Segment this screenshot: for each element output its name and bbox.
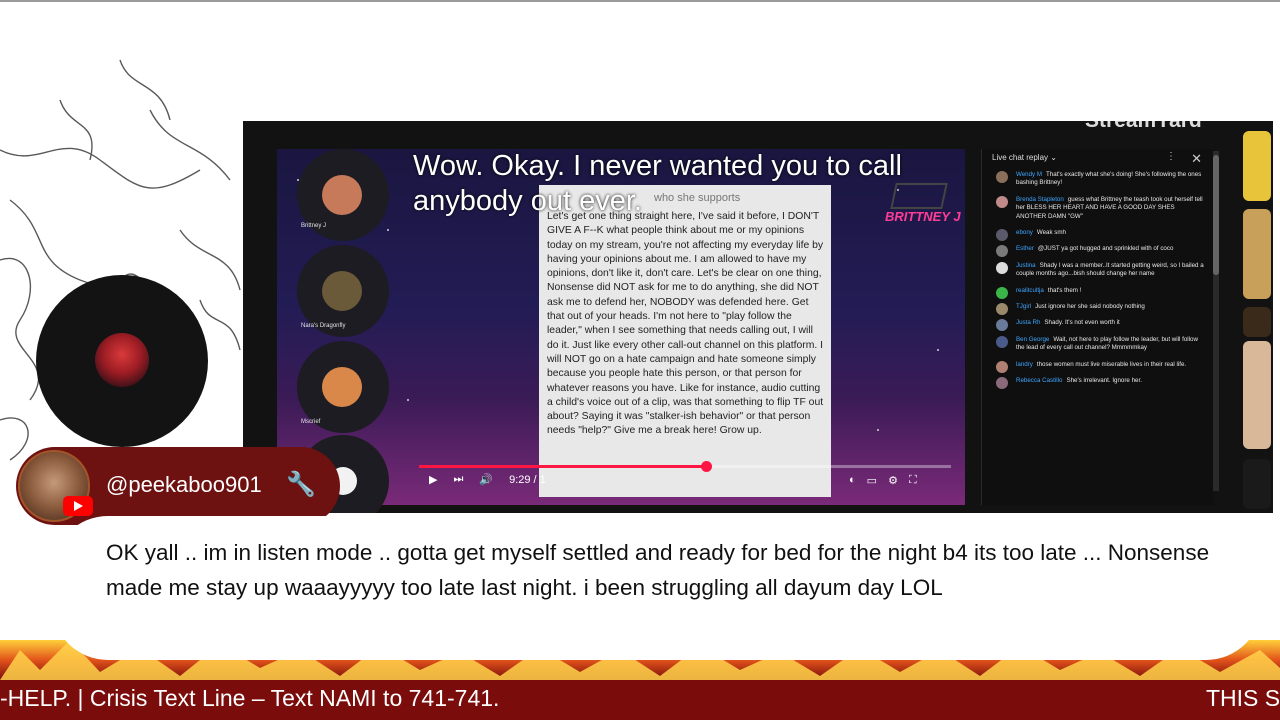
- participant-avatar: [322, 367, 362, 407]
- play-icon[interactable]: ▶: [429, 473, 437, 486]
- streamyard-watermark: StreamYard: [1085, 121, 1202, 133]
- chat-message: Justa Rh Shady. It's not even worth it: [982, 319, 1214, 332]
- participant-avatar: [322, 175, 362, 215]
- fullscreen-icon[interactable]: ⛶: [909, 474, 917, 487]
- host-avatar: [95, 333, 149, 387]
- live-chat-panel: Live chat replay ⌄ ⋮ ✕ Wendy M That's exa…: [981, 149, 1214, 505]
- statement-card: who she supports Let's get one thing str…: [539, 185, 831, 497]
- participant-name: Mscrief: [301, 419, 321, 425]
- video-right-controls: ◐ ▭ ⚙ ⛶: [849, 474, 917, 487]
- chat-author: Justina: [1016, 261, 1036, 269]
- participant-tile[interactable]: Nara's Dragonfly: [297, 245, 389, 337]
- participant-name: Nara's Dragonfly: [301, 323, 346, 329]
- chat-message: landry those women must live miserable li…: [982, 360, 1214, 373]
- chat-avatar: [996, 229, 1008, 242]
- video-controls: ▶ ⏭ 🔊 9:29 / 1: [429, 473, 546, 486]
- participant-tile[interactable]: Mscrief: [297, 341, 389, 433]
- chat-message: Brenda Stapleton guess what Brittney the …: [982, 195, 1214, 221]
- commenter-username: @peekaboo901: [106, 472, 262, 497]
- right-thumbnail-strip: [1243, 129, 1271, 509]
- chat-text: Weak smh: [1036, 229, 1066, 237]
- chat-message: Wendy M That's exactly what she's doing! …: [982, 171, 1214, 188]
- brittney-label: BRITTNEY J: [885, 209, 961, 224]
- top-divider: [0, 0, 1280, 2]
- video-progress-bar[interactable]: [419, 461, 951, 472]
- participant-tile[interactable]: Brittney J: [297, 149, 389, 241]
- chat-avatar: [996, 195, 1008, 208]
- chat-avatar: [996, 286, 1008, 299]
- chat-author: Ben George: [1016, 335, 1050, 343]
- chat-scrollbar[interactable]: [1213, 151, 1219, 491]
- statement-card-body: Let's get one thing straight here, I've …: [547, 211, 824, 437]
- chat-text: that's them !: [1047, 286, 1082, 294]
- chat-text: Shady. It's not even worth it: [1044, 319, 1120, 327]
- chat-author: Wendy M: [1016, 171, 1043, 178]
- chat-author: realitcultja: [1016, 286, 1044, 294]
- video-time: 9:29 / 1: [509, 473, 546, 486]
- chat-avatar: [996, 335, 1008, 348]
- ticker-text-next: THIS S: [1206, 685, 1280, 711]
- chat-message: Ben George Wait, not here to play follow …: [982, 335, 1214, 353]
- chat-messages: Wendy M That's exactly what she's doing! …: [982, 171, 1214, 390]
- autoplay-toggle-icon[interactable]: ◐: [849, 474, 856, 487]
- chat-message: Esther @JUST ya got hugged and sprinkled …: [982, 245, 1214, 258]
- bottom-ticker: -HELP. | Crisis Text Line – Text NAMI to…: [0, 680, 1280, 720]
- chat-author: Justa Rh: [1016, 319, 1041, 327]
- host-avatar-frame: [36, 275, 208, 447]
- participant-name: Brittney J: [301, 223, 327, 229]
- chat-author: Esther: [1016, 245, 1034, 253]
- chat-avatar: [996, 171, 1008, 183]
- chat-message: Justina Shady I was a member..It started …: [982, 261, 1214, 279]
- chat-author: TJgirl: [1016, 303, 1032, 311]
- chat-author: landry: [1016, 360, 1033, 368]
- chat-avatar: [996, 377, 1008, 390]
- chat-text: That's exactly what she's doing! She's f…: [1016, 171, 1202, 187]
- chat-text: those women must live miserable lives in…: [1036, 360, 1187, 368]
- chat-author: Rebecca Castillo: [1016, 377, 1063, 385]
- chat-message: realitcultja that's them !: [982, 286, 1214, 299]
- chat-avatar: [996, 261, 1008, 274]
- wrench-icon: 🔧: [286, 471, 316, 498]
- chat-scrollbar-thumb[interactable]: [1213, 155, 1219, 275]
- video-screenshare[interactable]: StreamYard Brittney J Nara's Dragonfly M…: [243, 121, 1273, 513]
- captions-icon[interactable]: ▭: [867, 474, 877, 487]
- chat-author: ebony: [1016, 229, 1033, 237]
- comment-text: OK yall .. im in listen mode .. gotta ge…: [106, 540, 1210, 600]
- chat-text: Shady I was a member..It started getting…: [1016, 261, 1204, 278]
- next-icon[interactable]: ⏭: [453, 473, 463, 486]
- more-options-icon[interactable]: ⋮: [1166, 151, 1176, 162]
- youtube-icon: [63, 496, 93, 516]
- chat-avatar: [996, 303, 1008, 316]
- chat-avatar: [996, 360, 1008, 373]
- chat-avatar: [996, 245, 1008, 258]
- chat-message: TJgirl Just ignore her she said nobody no…: [982, 303, 1214, 316]
- chat-message: ebony Weak smh: [982, 229, 1214, 242]
- participant-avatar: [322, 271, 362, 311]
- chat-text: @JUST ya got hugged and sprinkled with o…: [1037, 245, 1174, 253]
- volume-icon[interactable]: 🔊: [479, 473, 493, 486]
- chat-author: Brenda Stapleton: [1016, 195, 1064, 203]
- video-caption: Wow. Okay. I never wanted you to call an…: [413, 150, 902, 217]
- chat-message: Rebecca Castillo She's irrelevant. Ignore…: [982, 377, 1214, 390]
- brittney-logo-icon: [890, 183, 948, 209]
- ticker-text: -HELP. | Crisis Text Line – Text NAMI to…: [0, 685, 500, 711]
- chat-avatar: [996, 319, 1008, 332]
- chat-header: Live chat replay ⌄ ⋮ ✕: [992, 151, 1202, 167]
- video-progress-fill: [419, 465, 707, 468]
- close-icon[interactable]: ✕: [1191, 151, 1202, 167]
- chat-title[interactable]: Live chat replay: [992, 153, 1048, 162]
- settings-icon[interactable]: ⚙: [888, 474, 898, 487]
- chat-text: Just ignore her she said nobody nothing: [1035, 303, 1145, 311]
- chat-text: She's irrelevant. Ignore her.: [1066, 377, 1142, 385]
